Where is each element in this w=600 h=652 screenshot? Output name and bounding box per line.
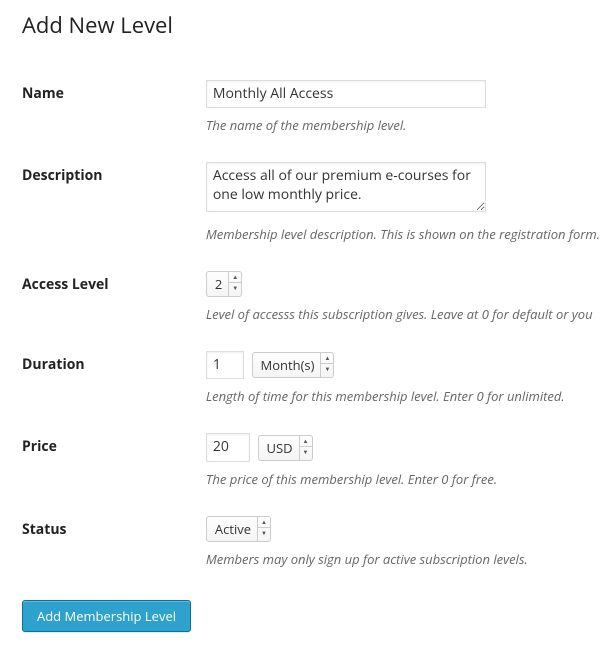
label-duration: Duration — [22, 337, 206, 419]
duration-unit-value: Month(s) — [253, 356, 321, 374]
desc-name: The name of the membership level. — [206, 116, 600, 134]
stepper-icon: ▲▼ — [228, 272, 241, 296]
access-level-value: 2 — [207, 275, 228, 293]
label-status: Status — [22, 502, 206, 582]
page-title: Add New Level — [22, 10, 600, 40]
desc-status: Members may only sign up for active subs… — [206, 550, 600, 568]
stepper-icon: ▲▼ — [320, 353, 333, 377]
label-name: Name — [22, 66, 206, 148]
stepper-icon: ▲▼ — [257, 517, 270, 541]
price-currency-value: USD — [259, 439, 299, 457]
label-access-level: Access Level — [22, 257, 206, 337]
add-membership-level-button[interactable]: Add Membership Level — [22, 600, 191, 632]
price-input[interactable] — [206, 433, 250, 461]
desc-access-level: Level of accesss this subscription gives… — [206, 305, 600, 323]
stepper-icon: ▲▼ — [299, 436, 312, 460]
desc-price: The price of this membership level. Ente… — [206, 470, 600, 488]
form-table: Name The name of the membership level. D… — [22, 66, 600, 582]
status-value: Active — [207, 520, 257, 538]
duration-unit-select[interactable]: Month(s) ▲▼ — [252, 352, 335, 378]
description-textarea[interactable]: Access all of our premium e-courses for … — [206, 162, 486, 212]
name-input[interactable] — [206, 80, 486, 108]
status-select[interactable]: Active ▲▼ — [206, 516, 271, 542]
duration-input[interactable] — [206, 351, 244, 379]
access-level-select[interactable]: 2 ▲▼ — [206, 271, 242, 297]
desc-duration: Length of time for this membership level… — [206, 387, 600, 405]
price-currency-select[interactable]: USD ▲▼ — [258, 435, 313, 461]
desc-description: Membership level description. This is sh… — [206, 225, 600, 243]
label-price: Price — [22, 419, 206, 501]
label-description: Description — [22, 148, 206, 257]
